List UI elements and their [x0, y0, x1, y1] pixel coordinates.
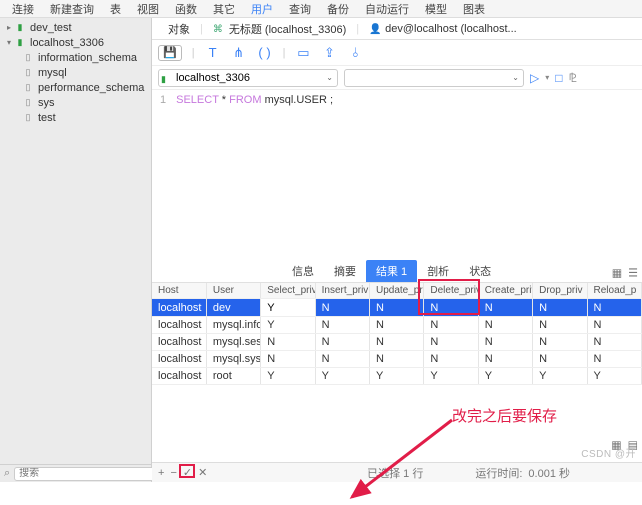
menu-查询[interactable]: 查询 — [281, 1, 319, 17]
content-area: 对象|无标题 (localhost_3306)|dev@localhost (l… — [152, 18, 642, 482]
sidebar: ▸dev_test▾localhost_3306information_sche… — [0, 18, 152, 482]
db-icon — [161, 73, 172, 83]
subtab[interactable]: 信息 — [282, 260, 324, 282]
grid-view-icon[interactable]: ▦ — [612, 267, 622, 280]
chevron-down-icon: ⌄ — [512, 73, 519, 82]
search-input[interactable] — [14, 467, 156, 481]
cell-editor[interactable] — [267, 301, 308, 314]
menu-函数[interactable]: 函数 — [167, 1, 205, 17]
menu-自动运行[interactable]: 自动运行 — [357, 1, 417, 17]
combo-text: localhost_3306 — [176, 72, 322, 84]
table-row[interactable]: localhostmysql.sysNNNNNNN — [152, 351, 642, 368]
column-header[interactable]: Delete_priv — [424, 283, 478, 299]
t-icon[interactable]: T — [205, 45, 221, 61]
database-item[interactable]: information_schema — [0, 50, 151, 65]
add-row-button[interactable]: + — [158, 467, 164, 479]
export-icon[interactable]: ⇪ — [321, 45, 337, 61]
menu-模型[interactable]: 模型 — [417, 1, 455, 17]
tab-bar: 对象|无标题 (localhost_3306)|dev@localhost (l… — [152, 18, 642, 40]
menubar: 连接新建查询表视图函数其它用户查询备份自动运行模型图表 — [0, 0, 642, 18]
tab[interactable]: 对象 — [158, 18, 200, 39]
selection-status: 已选择 1 行 — [367, 465, 423, 481]
stop-button[interactable]: □ — [555, 71, 562, 85]
sidebar-footer: ⌕ — [0, 464, 151, 482]
connection-tree: ▸dev_test▾localhost_3306information_sche… — [0, 18, 151, 464]
menu-图表[interactable]: 图表 — [455, 1, 493, 17]
format-icon[interactable]: ⋔ — [231, 45, 247, 61]
result-tabs: 信息摘要结果 1剖析状态 — [152, 263, 642, 283]
braces-icon[interactable]: ( ) — [257, 45, 273, 61]
annotation-text: 改完之后要保存 — [452, 405, 557, 426]
line-number: 1 — [160, 94, 166, 106]
table-row[interactable]: localhostdevNNNNNN — [152, 299, 642, 317]
toolbar: 💾 | T ⋔ ( ) | ▭ ⇪ ⫰ — [152, 40, 642, 66]
subtab[interactable]: 摘要 — [324, 260, 366, 282]
database-item[interactable]: sys — [0, 95, 151, 110]
save-icon[interactable]: 💾 — [158, 45, 182, 61]
list-view-icon[interactable]: ☰ — [628, 267, 638, 280]
column-header[interactable]: Update_priv — [370, 283, 424, 299]
menu-用户[interactable]: 用户 — [243, 1, 281, 17]
run-bar: localhost_3306 ⌄ ⌄ ▷ ▾ □ ⅊ — [152, 66, 642, 90]
column-header[interactable]: Host — [152, 283, 206, 299]
result-table: HostUserSelect_privInsert_privUpdate_pri… — [152, 283, 642, 385]
table-row[interactable]: localhostmysql.infoschemaYNNNNNN — [152, 317, 642, 334]
database-item[interactable]: test — [0, 110, 151, 125]
connection-combo[interactable]: localhost_3306 ⌄ — [158, 69, 338, 87]
connection-item[interactable]: ▸dev_test — [0, 20, 151, 35]
column-header[interactable]: Insert_priv — [315, 283, 369, 299]
chevron-down-icon: ⌄ — [326, 73, 333, 82]
status-bar: + − ✓ ✕ 已选择 1 行 运行时间: 0.001 秒 — [152, 462, 642, 482]
schema-combo[interactable]: ⌄ — [344, 69, 524, 87]
tab[interactable]: 无标题 (localhost_3306) — [203, 18, 356, 39]
subtab[interactable]: 剖析 — [417, 260, 459, 282]
arrow-annotation — [342, 415, 462, 505]
column-header[interactable]: Reload_p — [587, 283, 642, 299]
connection-item[interactable]: ▾localhost_3306 — [0, 35, 151, 50]
menu-表[interactable]: 表 — [102, 1, 129, 17]
result-grid[interactable]: HostUserSelect_privInsert_privUpdate_pri… — [152, 283, 642, 385]
chart-icon[interactable]: ⫰ — [347, 45, 363, 61]
time-label: 运行时间: — [475, 465, 522, 481]
database-item[interactable]: performance_schema — [0, 80, 151, 95]
tab[interactable]: dev@localhost (localhost... — [359, 18, 527, 39]
copy-icon[interactable]: ▭ — [295, 45, 311, 61]
menu-其它[interactable]: 其它 — [205, 1, 243, 17]
column-header[interactable]: Drop_priv — [533, 283, 587, 299]
search-icon: ⌕ — [4, 467, 10, 480]
column-header[interactable]: Create_priv — [478, 283, 532, 299]
run-button[interactable]: ▷ — [530, 71, 539, 85]
watermark: CSDN @开 — [581, 445, 636, 460]
subtab[interactable]: 状态 — [459, 260, 501, 282]
menu-新建查询[interactable]: 新建查询 — [42, 1, 102, 17]
menu-备份[interactable]: 备份 — [319, 1, 357, 17]
time-value: 0.001 秒 — [528, 465, 570, 481]
table-row[interactable]: localhostrootYYYYYYY — [152, 368, 642, 385]
column-header[interactable]: User — [206, 283, 260, 299]
remove-row-button[interactable]: − — [170, 467, 176, 479]
menu-连接[interactable]: 连接 — [4, 1, 42, 17]
sql-editor[interactable]: 1SELECT * FROM mysql.USER ; — [152, 90, 642, 186]
apply-button[interactable]: ✓ — [183, 467, 192, 479]
menu-视图[interactable]: 视图 — [129, 1, 167, 17]
subtab[interactable]: 结果 1 — [366, 260, 417, 282]
explain-icon[interactable]: ⅊ — [569, 69, 577, 86]
database-item[interactable]: mysql — [0, 65, 151, 80]
column-header[interactable]: Select_priv — [261, 283, 315, 299]
table-row[interactable]: localhostmysql.sessionNNNNNNN — [152, 334, 642, 351]
cancel-button[interactable]: ✕ — [198, 466, 207, 479]
